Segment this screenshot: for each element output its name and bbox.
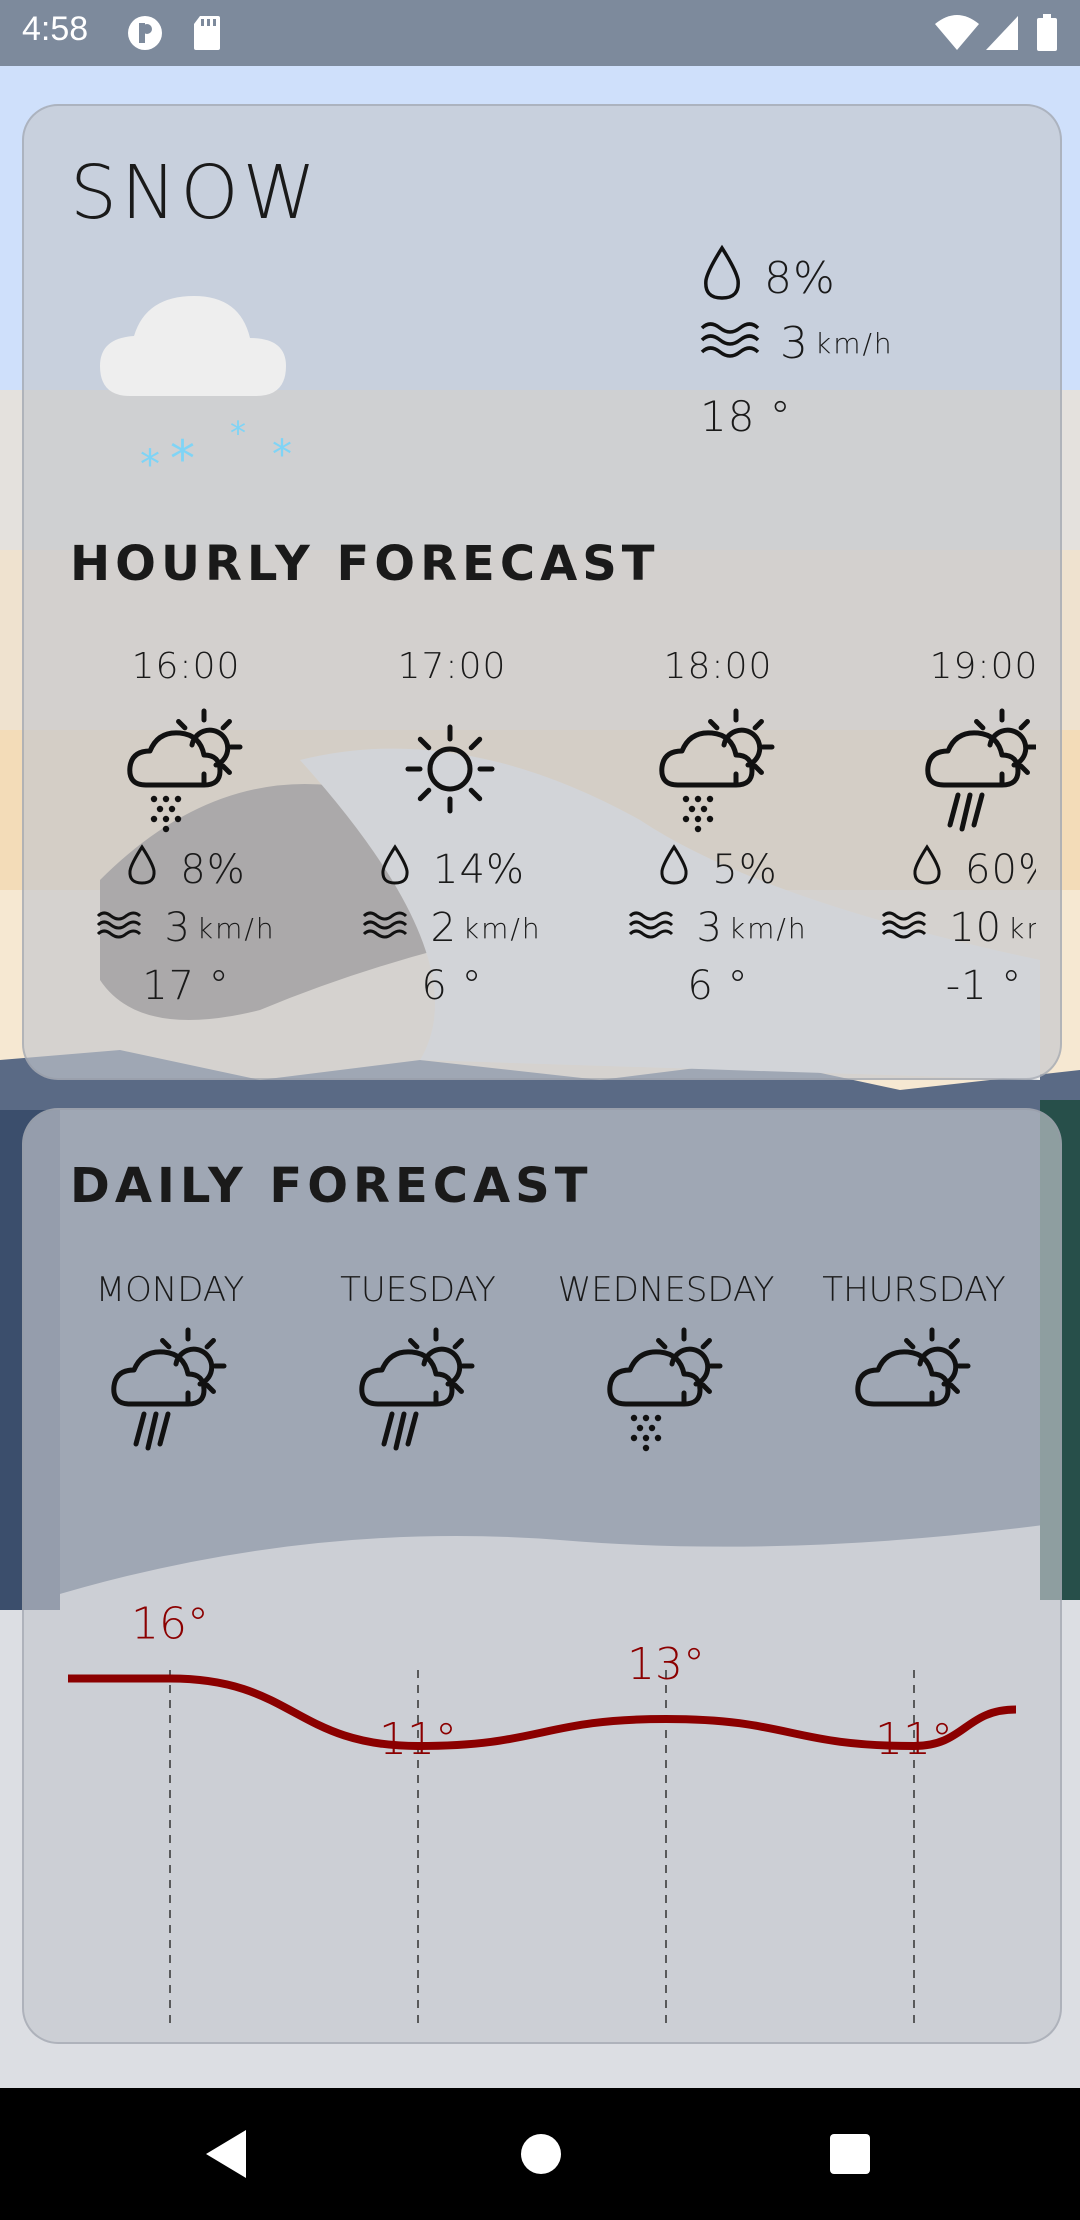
day-name: MONDAY — [95, 1270, 245, 1310]
hourly-wind: 3 km/h — [588, 899, 848, 957]
day-name: TUESDAY — [340, 1270, 496, 1310]
partly-cloudy-rain-icon — [108, 1326, 232, 1460]
partly-cloudy-rain-icon — [854, 707, 1036, 841]
day-name: THURSDAY — [822, 1270, 1006, 1310]
hourly-wind-unit: km/h — [728, 911, 808, 945]
app-notification-icon — [126, 14, 164, 56]
hourly-humidity-value: 60% — [965, 847, 1036, 893]
high-temp-label: 16° — [131, 1599, 209, 1650]
humidity-icon — [126, 844, 180, 896]
daily-temperature-chart: 16°11°13°11°3°-5°-5°1° — [67, 1599, 1017, 2030]
high-temperature-line — [67, 1674, 1017, 1751]
status-time: 4:58 — [22, 10, 89, 48]
hourly-temp: 17 ° — [142, 963, 230, 1009]
daily-item: MONDAY — [46, 1270, 294, 1460]
hourly-wind-unit: km/h — [462, 911, 542, 945]
current-weather-card: SNOW * * * * 8% 3 km/h 18 ° HOURLY FOREC… — [22, 104, 1062, 1080]
daily-item: THURSDAY — [790, 1270, 1038, 1460]
wind-icon — [881, 905, 949, 951]
hourly-humidity: 60% — [854, 841, 1036, 899]
partly-cloudy-snow-icon — [604, 1326, 728, 1460]
hourly-wind-value: 3 — [164, 905, 191, 951]
hourly-wind-value: 3 — [696, 905, 723, 951]
signal-icon — [984, 14, 1020, 56]
humidity-icon — [658, 844, 712, 896]
hourly-wind-unit: km/h — [196, 911, 276, 945]
daily-forecast-card: DAILY FORECAST MONDAY TUESDAY WEDNESDAY … — [22, 1108, 1062, 2044]
hourly-time: 17:00 — [397, 646, 507, 687]
hourly-wind-value: 10 — [949, 905, 1003, 951]
wifi-icon — [934, 14, 980, 56]
status-bar: 4:58 — [0, 0, 1080, 66]
wind-icon — [628, 905, 696, 951]
hourly-wind: 2 km/h — [322, 899, 582, 957]
wind-icon — [96, 905, 164, 951]
high-temp-label: 13° — [627, 1639, 705, 1690]
hourly-item: 19:00 60% 10 km/h -1 ° — [854, 646, 1036, 1015]
daily-item: TUESDAY — [294, 1270, 542, 1460]
humidity-icon — [379, 844, 433, 896]
hourly-humidity-value: 8% — [180, 847, 246, 893]
humidity-icon — [911, 844, 965, 896]
high-temp-label: 11° — [379, 1714, 457, 1765]
partly-cloudy-snow-icon — [588, 707, 848, 841]
hourly-item: 17:00 14% 2 km/h 6 ° — [322, 646, 582, 1015]
wind-icon — [362, 905, 430, 951]
hourly-humidity-value: 5% — [712, 847, 778, 893]
hourly-humidity: 14% — [322, 841, 582, 899]
hourly-time: 18:00 — [663, 646, 773, 687]
hourly-humidity-value: 14% — [433, 847, 525, 893]
high-temp-label: 11° — [875, 1714, 953, 1765]
daily-item: WEDNESDAY — [542, 1270, 790, 1460]
hourly-temp: -1 ° — [945, 963, 1023, 1009]
day-name: WEDNESDAY — [557, 1270, 775, 1310]
hourly-wind-unit: km/h — [1008, 911, 1036, 945]
hourly-time: 19:00 — [929, 646, 1036, 687]
hourly-item: 18:00 5% 3 km/h 6 ° — [588, 646, 848, 1015]
hourly-item: 16:00 8% 3 km/h 17 ° — [70, 646, 316, 1015]
hourly-time: 16:00 — [131, 646, 241, 687]
hourly-wind: 3 km/h — [70, 899, 316, 957]
partly-cloudy-rain-icon — [356, 1326, 480, 1460]
partly-cloudy-snow-icon — [70, 707, 316, 841]
daily-forecast-heading: DAILY FORECAST — [70, 1158, 593, 1214]
battery-icon — [1036, 14, 1058, 56]
hourly-temp: 6 ° — [421, 963, 483, 1009]
sd-card-icon — [192, 14, 222, 56]
hourly-humidity: 5% — [588, 841, 848, 899]
hourly-humidity: 8% — [70, 841, 316, 899]
home-button[interactable] — [520, 2128, 562, 2184]
hourly-temp: 6 ° — [687, 963, 749, 1009]
hourly-wind: 10 km/h — [854, 899, 1036, 957]
recents-button[interactable] — [828, 2132, 872, 2180]
hourly-wind-value: 2 — [430, 905, 457, 951]
sun-icon — [322, 707, 582, 841]
partly-cloudy-icon — [852, 1326, 976, 1460]
back-button[interactable] — [202, 2128, 252, 2184]
hourly-forecast-list[interactable]: 16:00 8% 3 km/h 17 ° 17:00 14% 2 km/h 6 … — [70, 106, 1036, 1078]
navigation-bar — [0, 2088, 1080, 2220]
